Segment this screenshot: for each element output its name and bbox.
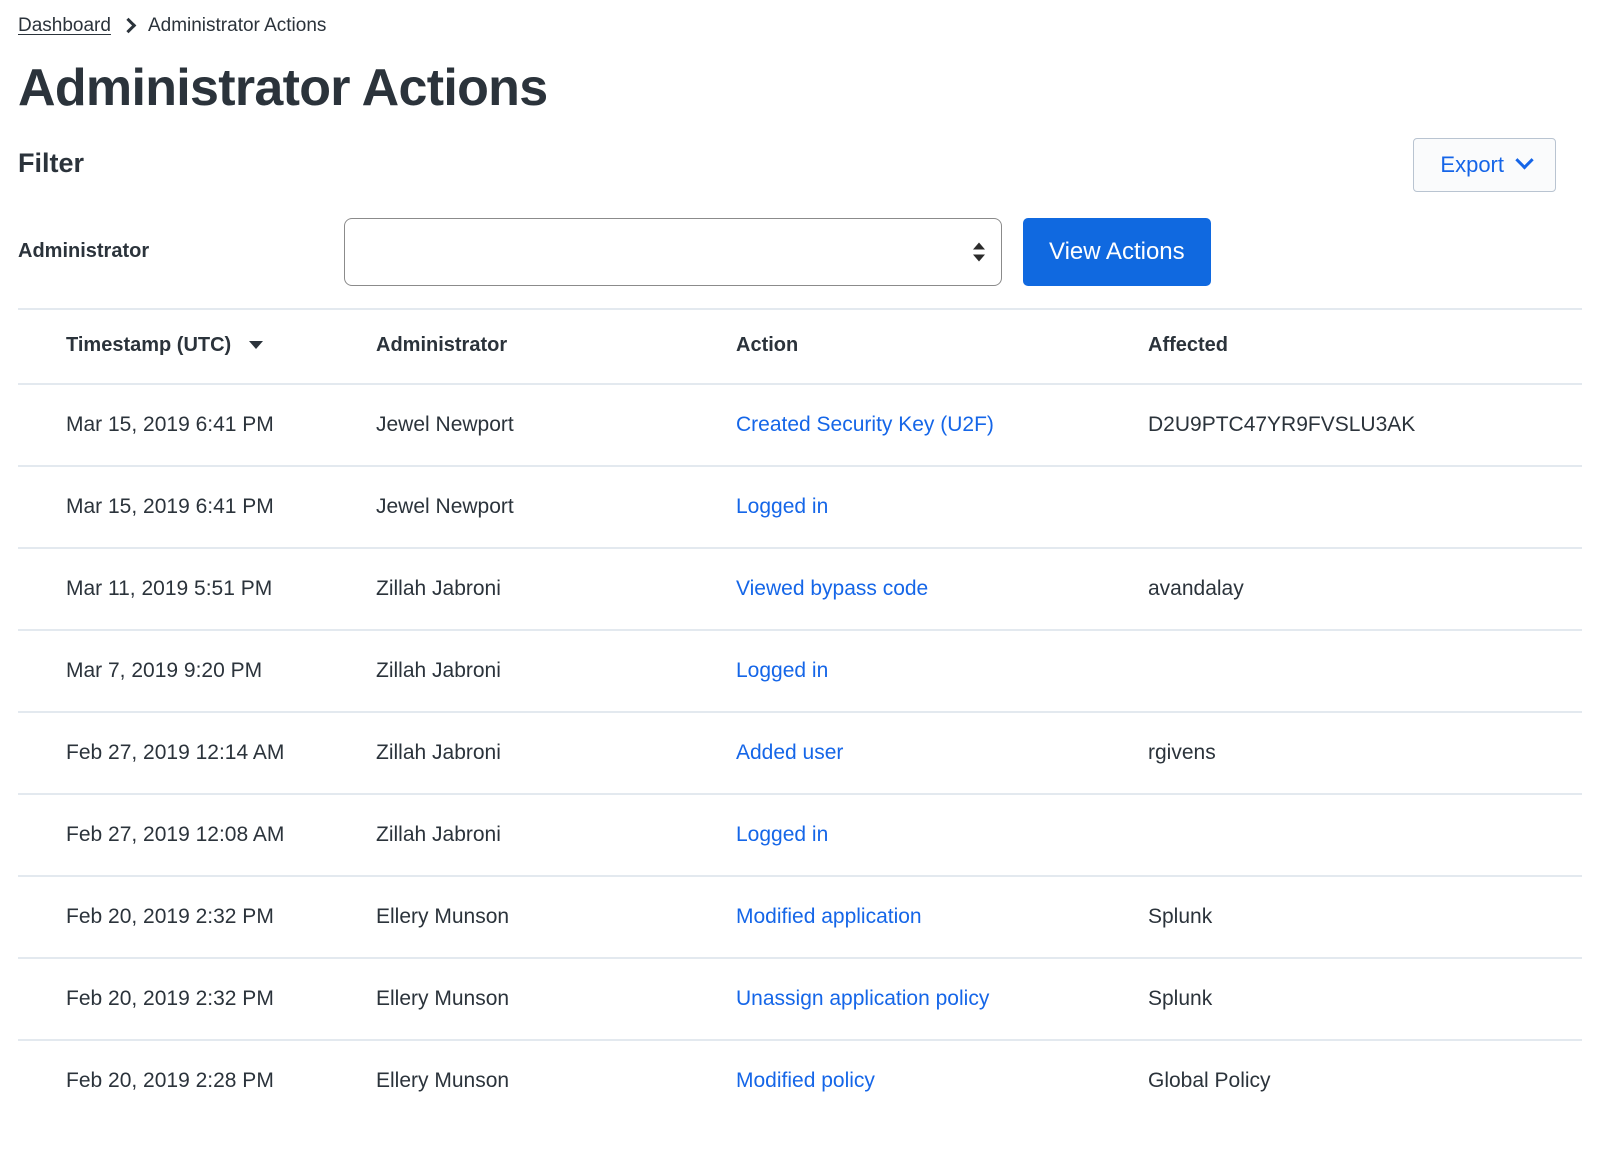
cell-administrator: Ellery Munson bbox=[376, 875, 736, 959]
cell-timestamp: Feb 20, 2019 2:32 PM bbox=[18, 875, 376, 959]
cell-administrator: Zillah Jabroni bbox=[376, 793, 736, 877]
cell-timestamp: Feb 27, 2019 12:08 AM bbox=[18, 793, 376, 877]
cell-timestamp: Feb 20, 2019 2:32 PM bbox=[18, 957, 376, 1041]
cell-action: Modified application bbox=[736, 875, 1148, 959]
table-row: Mar 7, 2019 9:20 PM Zillah Jabroni Logged … bbox=[18, 629, 1582, 713]
page-title: Administrator Actions bbox=[18, 59, 548, 117]
action-link[interactable]: Modified policy bbox=[736, 1069, 875, 1092]
cell-affected bbox=[1148, 465, 1582, 549]
administrator-actions-page: Dashboard Administrator Actions Administ… bbox=[0, 0, 1600, 1162]
breadcrumb-link-dashboard[interactable]: Dashboard bbox=[18, 16, 111, 35]
cell-action: Logged in bbox=[736, 629, 1148, 713]
table-row: Feb 20, 2019 2:28 PM Ellery Munson Modifie… bbox=[18, 1040, 1582, 1121]
column-header-timestamp[interactable]: Timestamp (UTC) bbox=[18, 307, 376, 385]
caret-down-icon[interactable] bbox=[248, 341, 263, 350]
cell-administrator: Ellery Munson bbox=[376, 957, 736, 1041]
action-link[interactable]: Logged in bbox=[736, 495, 828, 518]
cell-timestamp: Mar 11, 2019 5:51 PM bbox=[18, 547, 376, 631]
administrator-filter-label: Administrator bbox=[18, 240, 150, 263]
column-header-timestamp-label: Timestamp (UTC) bbox=[66, 333, 232, 356]
breadcrumb-current: Administrator Actions bbox=[147, 15, 327, 36]
filter-controls: Administrator View Actions bbox=[18, 217, 1582, 286]
table-head: Timestamp (UTC) Administrator Action Aff… bbox=[18, 307, 1582, 385]
cell-administrator: Jewel Newport bbox=[376, 383, 736, 467]
table-row: Mar 11, 2019 5:51 PM Zillah Jabroni Viewed… bbox=[18, 547, 1582, 631]
cell-timestamp: Feb 27, 2019 12:14 AM bbox=[18, 711, 376, 795]
cell-affected: D2U9PTC47YR9FVSLU3AK bbox=[1148, 383, 1582, 467]
action-link[interactable]: Modified application bbox=[736, 905, 922, 928]
cell-administrator: Zillah Jabroni bbox=[376, 629, 736, 713]
column-header-affected[interactable]: Affected bbox=[1148, 307, 1582, 385]
table-row: Feb 27, 2019 12:14 AM Zillah Jabroni Added… bbox=[18, 711, 1582, 795]
administrator-select-wrap bbox=[344, 217, 1002, 286]
chevron-down-icon bbox=[1515, 151, 1534, 170]
table-header-row: Timestamp (UTC) Administrator Action Aff… bbox=[18, 307, 1582, 385]
cell-action: Viewed bypass code bbox=[736, 547, 1148, 631]
cell-timestamp: Mar 15, 2019 6:41 PM bbox=[18, 465, 376, 549]
table-body: Mar 15, 2019 6:41 PM Jewel Newport Created… bbox=[18, 383, 1582, 1121]
action-link[interactable]: Viewed bypass code bbox=[736, 577, 928, 600]
cell-affected: rgivens bbox=[1148, 711, 1582, 795]
export-button[interactable]: Export bbox=[1413, 137, 1556, 192]
administrator-actions-table: Timestamp (UTC) Administrator Action Aff… bbox=[18, 307, 1582, 1121]
administrator-select[interactable] bbox=[344, 217, 1002, 286]
breadcrumb: Dashboard Administrator Actions bbox=[18, 0, 1582, 35]
action-link[interactable]: Added user bbox=[736, 741, 843, 764]
action-link[interactable]: Created Security Key (U2F) bbox=[736, 413, 994, 436]
cell-timestamp: Feb 20, 2019 2:28 PM bbox=[66, 1068, 274, 1092]
cell-action: Modified policy bbox=[736, 1040, 1148, 1121]
cell-administrator: Zillah Jabroni bbox=[376, 711, 736, 795]
cell-timestamp: Mar 15, 2019 6:41 PM bbox=[18, 383, 376, 467]
cell-affected bbox=[1148, 793, 1582, 877]
cell-administrator: Ellery Munson bbox=[376, 1068, 510, 1092]
cell-action: Added user bbox=[736, 711, 1148, 795]
export-button-label: Export bbox=[1440, 151, 1504, 177]
column-header-administrator[interactable]: Administrator bbox=[376, 307, 736, 385]
action-link[interactable]: Unassign application policy bbox=[736, 987, 989, 1010]
cell-affected: Splunk bbox=[1148, 875, 1582, 959]
table-row: Feb 27, 2019 12:08 AM Zillah Jabroni Logge… bbox=[18, 793, 1582, 877]
cell-affected: Splunk bbox=[1148, 957, 1582, 1041]
cell-administrator: Jewel Newport bbox=[376, 465, 736, 549]
chevron-right-icon bbox=[120, 17, 137, 34]
cell-affected: Global Policy bbox=[1148, 1068, 1271, 1092]
table-row: Mar 15, 2019 6:41 PM Jewel Newport Logged … bbox=[18, 465, 1582, 549]
cell-affected: avandalay bbox=[1148, 547, 1582, 631]
cell-timestamp: Mar 7, 2019 9:20 PM bbox=[18, 629, 376, 713]
table-row: Feb 20, 2019 2:32 PM Ellery Munson Unassig… bbox=[18, 957, 1582, 1041]
cell-action: Logged in bbox=[736, 793, 1148, 877]
cell-action: Created Security Key (U2F) bbox=[736, 383, 1148, 467]
cell-administrator: Zillah Jabroni bbox=[376, 547, 736, 631]
filter-legend: Filter bbox=[18, 147, 85, 178]
view-actions-button[interactable]: View Actions bbox=[1023, 217, 1211, 286]
table-row: Mar 15, 2019 6:41 PM Jewel Newport Created… bbox=[18, 383, 1582, 467]
cell-action: Unassign application policy bbox=[736, 957, 1148, 1041]
action-link[interactable]: Logged in bbox=[736, 659, 828, 682]
cell-affected bbox=[1148, 629, 1582, 713]
action-link[interactable]: Logged in bbox=[736, 823, 828, 846]
filter-header: Filter Export bbox=[18, 137, 1582, 192]
table-row: Feb 20, 2019 2:32 PM Ellery Munson Modifie… bbox=[18, 875, 1582, 959]
cell-action: Logged in bbox=[736, 465, 1148, 549]
column-header-action[interactable]: Action bbox=[736, 307, 1148, 385]
